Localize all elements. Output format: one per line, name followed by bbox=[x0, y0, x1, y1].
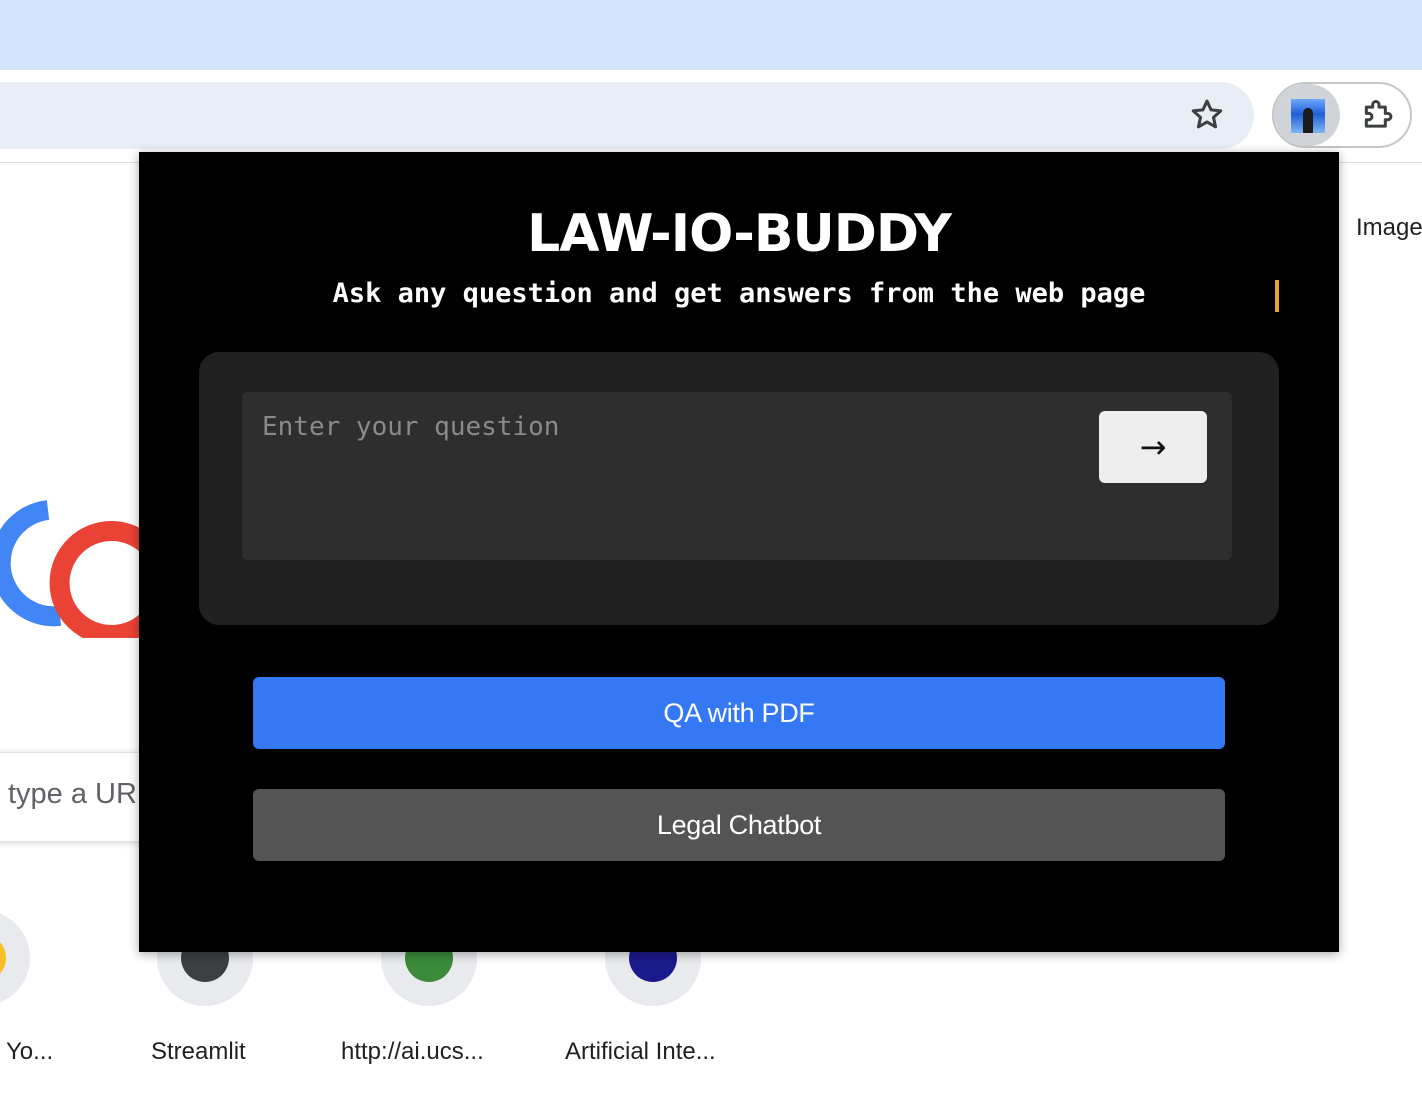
popup-subtitle: Ask any question and get answers from th… bbox=[332, 278, 1146, 309]
popup-title: LAW-IO-BUDDY bbox=[527, 204, 952, 264]
profile-avatar-icon bbox=[1291, 99, 1325, 133]
shortcut-label[interactable]: Artificial Inte... bbox=[565, 1038, 716, 1066]
tab-strip bbox=[0, 0, 1422, 70]
shortcut-label[interactable]: http://ai.ucs... bbox=[341, 1038, 484, 1066]
shortcut-label[interactable]: Streamlit bbox=[151, 1038, 246, 1066]
question-card: Enter your question → bbox=[199, 352, 1279, 625]
puzzle-icon[interactable] bbox=[1360, 96, 1398, 134]
star-icon[interactable] bbox=[1188, 96, 1226, 134]
active-extension-button[interactable] bbox=[1274, 84, 1340, 146]
legal-chatbot-button[interactable]: Legal Chatbot bbox=[253, 789, 1225, 861]
arrow-right-icon: → bbox=[1139, 428, 1167, 466]
question-input[interactable]: Enter your question → bbox=[242, 392, 1232, 560]
extension-popup: LAW-IO-BUDDY Ask any question and get an… bbox=[139, 152, 1339, 952]
qa-with-pdf-button[interactable]: QA with PDF bbox=[253, 677, 1225, 749]
question-placeholder: Enter your question bbox=[262, 412, 560, 442]
text-cursor bbox=[1275, 280, 1279, 312]
shortcut-favicon-icon bbox=[0, 934, 6, 982]
address-bar[interactable] bbox=[0, 82, 1254, 149]
shortcut-label[interactable]: Yo... bbox=[6, 1038, 53, 1066]
images-link[interactable]: Image bbox=[1356, 214, 1422, 242]
search-placeholder: type a UR bbox=[8, 778, 137, 810]
shortcut-tile[interactable] bbox=[0, 910, 30, 1006]
google-logo bbox=[0, 500, 158, 638]
send-button[interactable]: → bbox=[1099, 411, 1207, 483]
